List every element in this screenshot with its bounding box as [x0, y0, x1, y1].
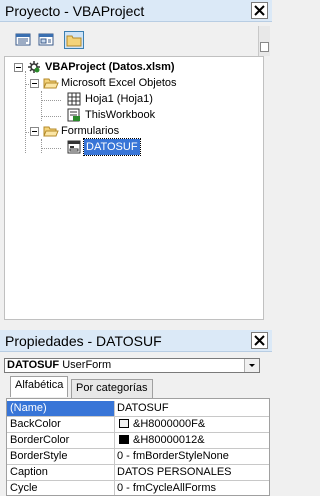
property-row[interactable]: BackColor &H8000000F& — [7, 417, 269, 433]
tree-item-root[interactable]: VBAProject (Datos.xlsm) — [45, 59, 175, 75]
property-name: BackColor — [7, 417, 115, 432]
property-row[interactable]: Cycle 0 - fmCycleAllForms — [7, 481, 269, 495]
property-row[interactable]: Caption DATOS PERSONALES — [7, 465, 269, 481]
folder-icon — [66, 35, 82, 47]
expand-toggle-formularios[interactable] — [30, 127, 39, 136]
tree-line — [41, 148, 61, 149]
chevron-down-icon[interactable] — [244, 359, 259, 372]
object-selector[interactable]: DATOSUF UserForm — [4, 358, 260, 373]
tab-por-categorias[interactable]: Por categorías — [71, 379, 153, 398]
userform-icon — [67, 140, 81, 154]
expand-toggle-excel-objects[interactable] — [30, 79, 39, 88]
toggle-folders-button[interactable] — [64, 31, 84, 49]
properties-close-button[interactable] — [251, 332, 268, 349]
close-icon — [254, 335, 265, 346]
vba-project-icon — [28, 61, 40, 73]
property-name: Cycle — [7, 481, 115, 495]
property-name: BorderStyle — [7, 449, 115, 464]
view-code-icon — [15, 33, 31, 46]
expand-toggle-root[interactable] — [14, 63, 23, 72]
project-close-button[interactable] — [251, 2, 268, 19]
property-value-cell[interactable]: &H8000000F& — [117, 417, 267, 432]
property-value[interactable]: DATOS PERSONALES — [117, 465, 267, 480]
property-name: Caption — [7, 465, 115, 480]
view-object-icon — [38, 33, 54, 46]
tree-item-datosuf[interactable]: DATOSUF — [83, 138, 141, 156]
tree-item-excel-objects[interactable]: Microsoft Excel Objetos — [61, 75, 177, 91]
tree-line — [41, 116, 61, 117]
tree-line — [41, 100, 61, 101]
project-tree[interactable]: VBAProject (Datos.xlsm) Microsoft Excel … — [4, 56, 264, 320]
close-icon — [254, 5, 265, 16]
tab-alfabetica[interactable]: Alfabética — [10, 376, 69, 397]
tree-line — [41, 139, 42, 153]
property-value: &H80000012& — [133, 434, 205, 446]
project-title-bar: Proyecto - VBAProject — [0, 0, 272, 22]
color-swatch — [119, 419, 129, 428]
tree-item-hoja1[interactable]: Hoja1 (Hoja1) — [85, 91, 153, 107]
view-object-button[interactable] — [37, 31, 57, 49]
property-name: (Name) — [7, 401, 115, 416]
property-row[interactable]: BorderStyle 0 - fmBorderStyleNone — [7, 449, 269, 465]
property-value-cell[interactable]: &H80000012& — [117, 433, 267, 448]
view-code-button[interactable] — [14, 31, 34, 49]
project-toolbar — [0, 22, 272, 56]
properties-panel-title: Propiedades - DATOSUF — [5, 333, 162, 349]
property-value: &H8000000F& — [133, 418, 206, 430]
workbook-icon — [67, 108, 80, 122]
property-value[interactable]: 0 - fmCycleAllForms — [117, 481, 267, 495]
property-name: BorderColor — [7, 433, 115, 448]
object-name: DATOSUF — [7, 359, 60, 371]
scrollbar-down-arrow-icon[interactable] — [260, 42, 269, 52]
worksheet-icon — [67, 92, 81, 106]
folder-open-icon — [43, 126, 59, 137]
property-row[interactable]: (Name) DATOSUF — [7, 401, 269, 417]
property-value[interactable]: 0 - fmBorderStyleNone — [117, 449, 267, 464]
tree-item-formularios[interactable]: Formularios — [61, 123, 119, 139]
folder-open-icon — [43, 78, 59, 89]
tree-item-thisworkbook[interactable]: ThisWorkbook — [85, 107, 155, 123]
color-swatch — [119, 435, 129, 444]
object-type: UserForm — [62, 359, 112, 371]
properties-grid[interactable]: (Name) DATOSUF BackColor &H8000000F& Bor… — [6, 398, 270, 496]
project-panel-title: Proyecto - VBAProject — [5, 3, 145, 19]
property-row[interactable]: BorderColor &H80000012& — [7, 433, 269, 449]
property-value[interactable]: DATOSUF — [117, 401, 267, 416]
properties-title-bar: Propiedades - DATOSUF — [0, 330, 272, 352]
